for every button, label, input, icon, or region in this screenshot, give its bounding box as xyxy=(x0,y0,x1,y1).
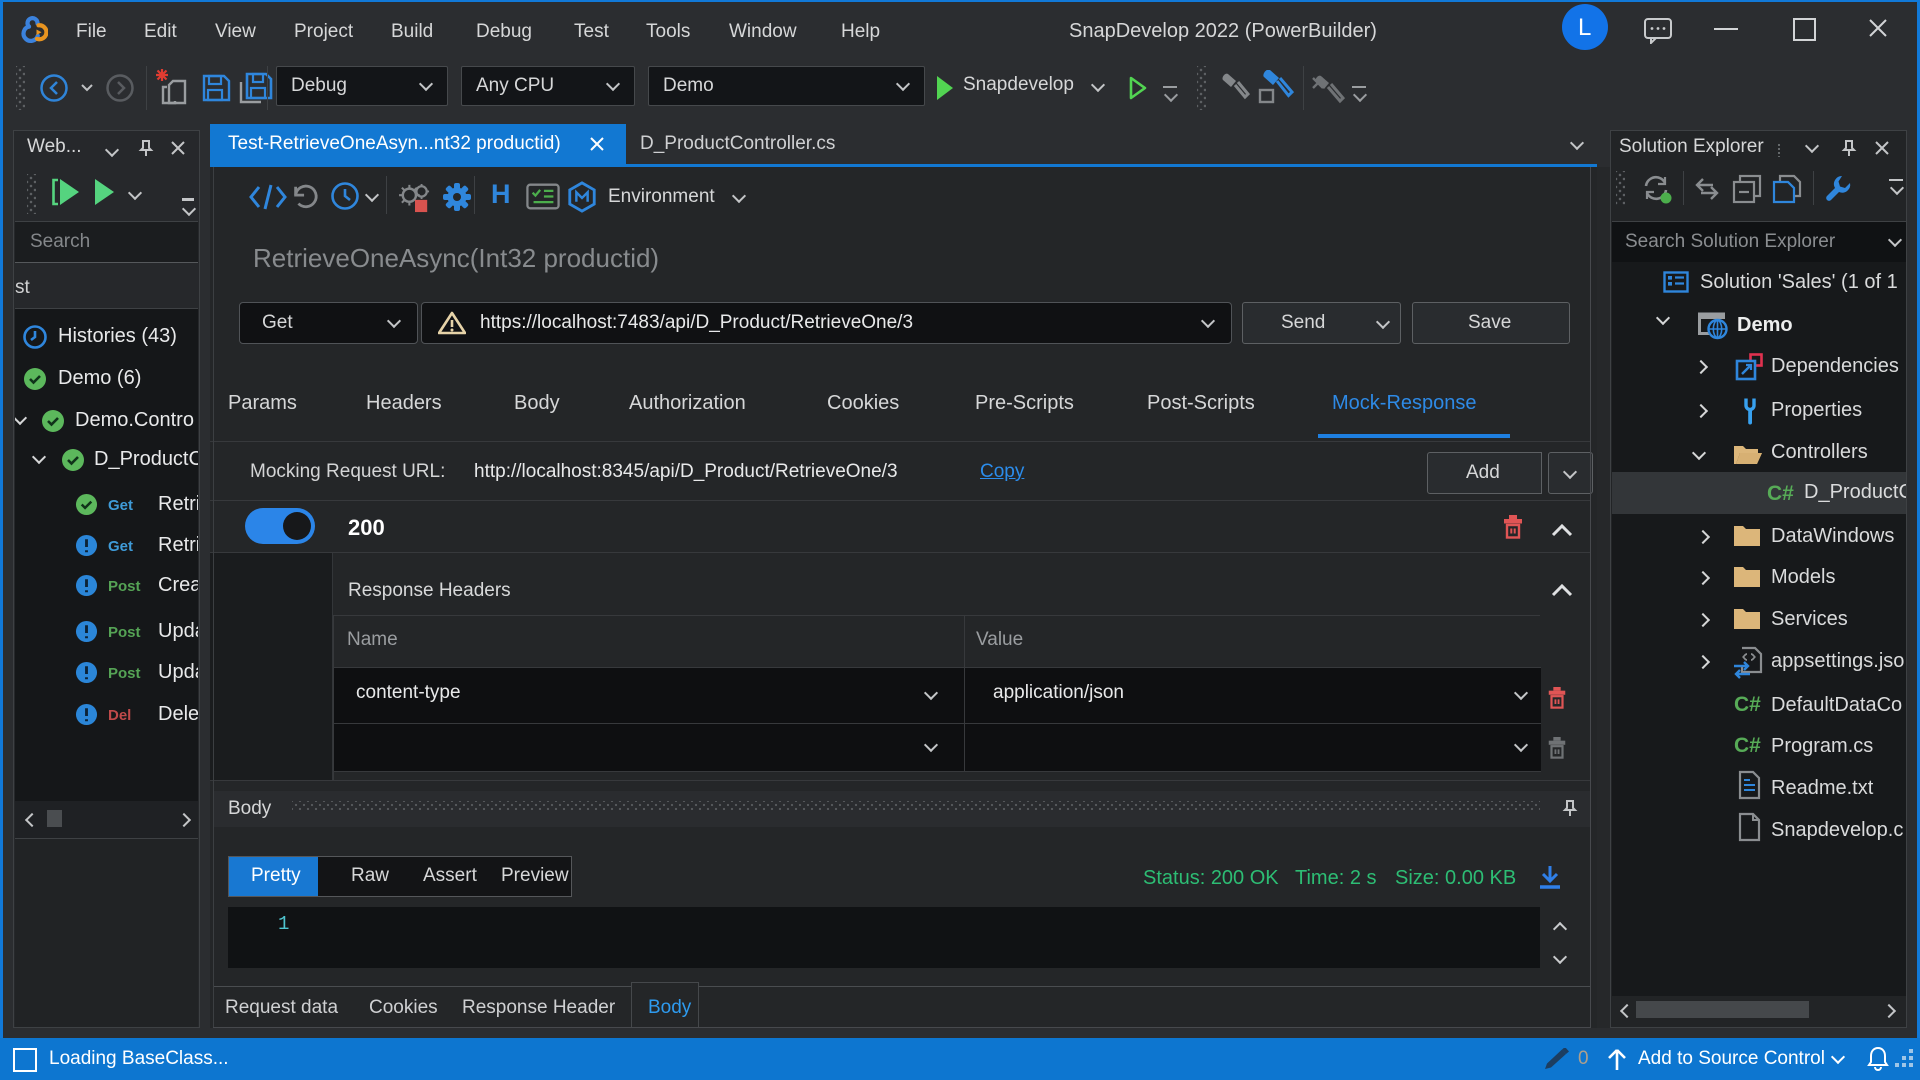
svg-text:C#: C# xyxy=(1767,482,1794,505)
svg-text:C#: C# xyxy=(1734,693,1761,716)
svg-text:C#: C# xyxy=(1734,734,1761,757)
